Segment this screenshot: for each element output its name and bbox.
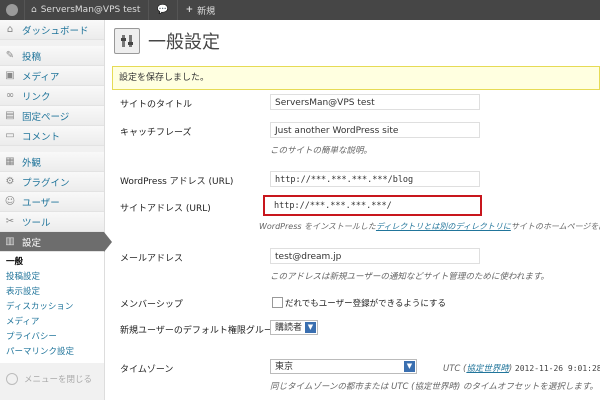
media-icon: ▣ bbox=[5, 69, 15, 81]
plus-icon: + bbox=[185, 5, 194, 15]
wordpress-logo-icon bbox=[6, 4, 18, 16]
menu-posts[interactable]: ✎ 投稿 bbox=[0, 46, 104, 66]
page-title: 一般設定 bbox=[148, 32, 220, 53]
utc-time: 2012-11-26 9:01:28 bbox=[514, 364, 600, 373]
users-icon: ☺ bbox=[4, 195, 16, 207]
submenu-reading[interactable]: 表示設定 bbox=[0, 285, 104, 300]
comment-icon: ▭ bbox=[5, 129, 15, 141]
menu-plugins[interactable]: ⚙ プラグイン bbox=[0, 172, 104, 192]
desc-text: サイトのホームページを設定す bbox=[510, 222, 600, 231]
menu-label: ユーザー bbox=[22, 197, 60, 209]
menu-dashboard[interactable]: ⌂ ダッシュボード bbox=[0, 20, 104, 40]
menu-label: ツール bbox=[22, 217, 51, 229]
chevron-down-icon: ▼ bbox=[305, 322, 316, 333]
default-role-label: 新規ユーザーのデフォルト権限グループ bbox=[120, 326, 282, 336]
menu-label: リンク bbox=[22, 91, 51, 103]
menu-tools[interactable]: ✂ ツール bbox=[0, 212, 104, 232]
chevron-down-icon: ▼ bbox=[404, 361, 415, 372]
submenu-discussion[interactable]: ディスカッション bbox=[0, 300, 104, 315]
timezone-description: 同じタイムゾーンの都市または UTC (協定世界時) のタイムオフセットを選択し… bbox=[270, 382, 598, 392]
wp-logo-menu[interactable] bbox=[0, 0, 25, 20]
new-label: 新規 bbox=[197, 6, 216, 17]
site-address-description: WordPress をインストールしたディレクトリとは別のディレクトリにサイトの… bbox=[259, 221, 600, 232]
menu-label: ダッシュボード bbox=[22, 25, 89, 37]
menu-links[interactable]: ∞ リンク bbox=[0, 86, 104, 106]
collapse-menu-button[interactable]: メニューを閉じる bbox=[0, 369, 104, 389]
timezone-value: 東京 bbox=[275, 362, 294, 372]
appearance-icon: ▦ bbox=[5, 155, 15, 167]
collapse-arrow-icon bbox=[6, 373, 18, 385]
wp-address-input[interactable]: http://***.***.***.***/blog bbox=[270, 171, 480, 187]
settings-page-icon bbox=[114, 28, 140, 54]
utc-time-readout: UTC (協定世界時) 2012-11-26 9:01:28 bbox=[443, 362, 600, 374]
new-content-menu[interactable]: + 新規 bbox=[178, 0, 224, 20]
default-role-select[interactable]: 購読者 ▼ bbox=[270, 320, 318, 335]
timezone-select[interactable]: 東京 ▼ bbox=[270, 359, 417, 374]
comments-link[interactable]: 💬 bbox=[149, 0, 178, 20]
page-header: 一般設定 bbox=[114, 28, 220, 54]
menu-pages[interactable]: ▤ 固定ページ bbox=[0, 106, 104, 126]
settings-icon: ▥ bbox=[5, 235, 15, 247]
submenu-privacy[interactable]: プライバシー bbox=[0, 330, 104, 345]
admin-sidebar: ⌂ ダッシュボード ✎ 投稿 ▣ メディア ∞ リンク ▤ 固定ページ ▭ コメ… bbox=[0, 20, 112, 400]
site-title-label: サイトのタイトル bbox=[120, 100, 193, 110]
menu-label: プラグイン bbox=[22, 177, 70, 189]
settings-saved-notice: 設定を保存しました。 bbox=[112, 66, 600, 90]
utc-label: UTC ( bbox=[443, 364, 467, 374]
dashboard-icon: ⌂ bbox=[6, 23, 14, 35]
email-label: メールアドレス bbox=[120, 254, 184, 264]
menu-label: 設定 bbox=[22, 237, 42, 249]
submenu-writing[interactable]: 投稿設定 bbox=[0, 270, 104, 285]
plugin-icon: ⚙ bbox=[5, 175, 15, 187]
site-name-link[interactable]: ⌂ ServersMan@VPS test bbox=[25, 0, 150, 20]
menu-label: 外観 bbox=[22, 157, 42, 169]
tagline-input[interactable]: Just another WordPress site bbox=[270, 122, 480, 138]
tagline-label: キャッチフレーズ bbox=[120, 128, 192, 138]
menu-settings[interactable]: ▥ 設定 bbox=[0, 232, 112, 252]
highlight-box bbox=[263, 195, 482, 216]
site-name-label: ServersMan@VPS test bbox=[40, 5, 141, 15]
page-icon: ▤ bbox=[5, 109, 15, 121]
desc-text: WordPress をインストールした bbox=[259, 222, 376, 231]
settings-submenu: 一般 投稿設定 表示設定 ディスカッション メディア プライバシー パーマリンク… bbox=[0, 252, 104, 363]
comment-bubble-icon: 💬 bbox=[157, 5, 169, 15]
membership-label: メンバーシップ bbox=[120, 300, 183, 310]
menu-label: メディア bbox=[22, 71, 60, 83]
wp-address-label: WordPress アドレス (URL) bbox=[120, 177, 234, 187]
main-content: 一般設定 設定を保存しました。 サイトのタイトル ServersMan@VPS … bbox=[110, 20, 600, 400]
menu-label: 固定ページ bbox=[22, 111, 70, 123]
submenu-permalinks[interactable]: パーマリンク設定 bbox=[0, 345, 104, 360]
site-title-input[interactable]: ServersMan@VPS test bbox=[270, 94, 480, 110]
menu-label: コメント bbox=[22, 131, 61, 143]
menu-media[interactable]: ▣ メディア bbox=[0, 66, 104, 86]
utc-close: ) bbox=[508, 364, 513, 374]
anyone-can-register-checkbox[interactable] bbox=[272, 297, 283, 308]
tools-icon: ✂ bbox=[5, 215, 15, 227]
tagline-description: このサイトの簡単な説明。 bbox=[270, 146, 373, 156]
submenu-general[interactable]: 一般 bbox=[0, 255, 104, 270]
menu-label: 投稿 bbox=[22, 51, 42, 63]
collapse-label: メニューを閉じる bbox=[24, 375, 93, 385]
email-description: このアドレスは新規ユーザーの通知などサイト管理のために使われます。 bbox=[270, 272, 550, 282]
submenu-media[interactable]: メディア bbox=[0, 315, 104, 330]
pin-icon: ✎ bbox=[5, 49, 15, 61]
utc-link[interactable]: 協定世界時 bbox=[466, 364, 509, 374]
default-role-value: 購読者 bbox=[275, 323, 303, 333]
link-icon: ∞ bbox=[5, 89, 15, 101]
timezone-label: タイムゾーン bbox=[120, 365, 174, 375]
menu-comments[interactable]: ▭ コメント bbox=[0, 126, 104, 146]
admin-bar: ⌂ ServersMan@VPS test 💬 + 新規 bbox=[0, 0, 600, 20]
anyone-can-register-label[interactable]: だれでもユーザー登録ができるようにする bbox=[285, 297, 446, 309]
site-address-label: サイトアドレス (URL) bbox=[120, 204, 211, 214]
email-input[interactable]: test@dream.jp bbox=[270, 248, 480, 264]
home-icon: ⌂ bbox=[31, 5, 37, 15]
menu-users[interactable]: ☺ ユーザー bbox=[0, 192, 104, 212]
different-directory-link[interactable]: ディレクトリとは別のディレクトリに bbox=[376, 222, 511, 231]
menu-appearance[interactable]: ▦ 外観 bbox=[0, 152, 104, 172]
